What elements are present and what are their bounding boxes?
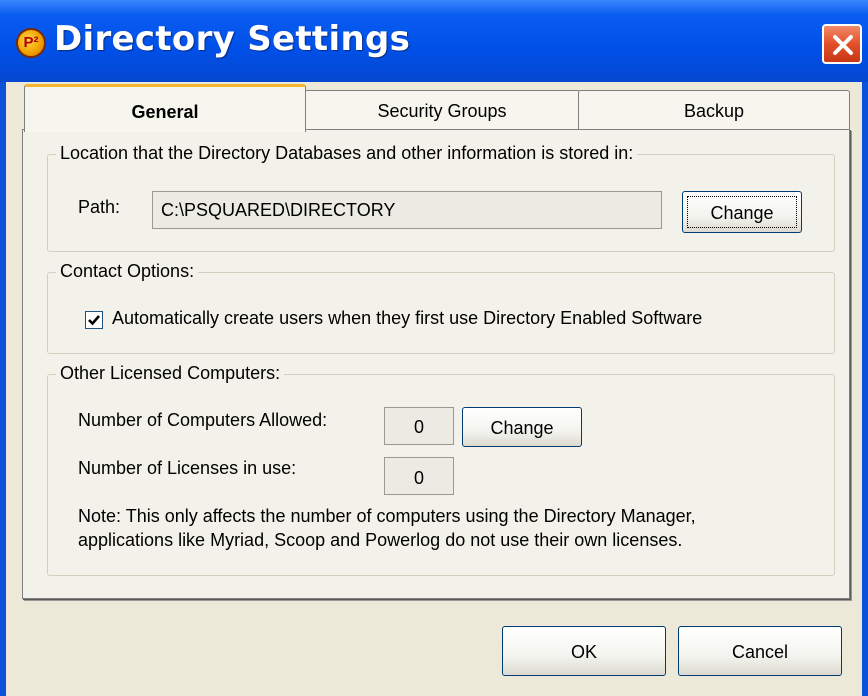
path-field[interactable]: C:\PSQUARED\DIRECTORY xyxy=(152,191,662,229)
computers-allowed-value: 0 xyxy=(384,407,454,445)
focus-rectangle xyxy=(687,196,797,228)
contact-options-group: Contact Options: Automatically create us… xyxy=(47,261,835,354)
close-x-icon xyxy=(833,35,853,55)
close-button[interactable] xyxy=(822,24,862,64)
directory-settings-window: P² Directory Settings General Security G… xyxy=(0,0,868,696)
licenses-change-button[interactable]: Change xyxy=(462,407,582,447)
tab-backup[interactable]: Backup xyxy=(578,90,850,130)
computers-allowed-label: Number of Computers Allowed: xyxy=(78,410,328,430)
dialog-client-area: General Security Groups Backup Location … xyxy=(6,82,862,696)
location-group: Location that the Directory Databases an… xyxy=(47,143,835,252)
location-group-legend: Location that the Directory Databases an… xyxy=(56,143,638,164)
window-title: Directory Settings xyxy=(54,19,411,59)
note-line-2: applications like Myriad, Scoop and Powe… xyxy=(78,530,683,550)
cancel-button[interactable]: Cancel xyxy=(678,626,842,676)
auto-create-checkbox[interactable] xyxy=(85,311,103,329)
tab-security-groups[interactable]: Security Groups xyxy=(303,90,581,130)
checkmark-icon xyxy=(88,315,100,326)
note-line-1: Note: This only affects the number of co… xyxy=(78,506,696,526)
licensed-computers-group: Other Licensed Computers: Number of Comp… xyxy=(47,363,835,576)
licensed-computers-legend: Other Licensed Computers: xyxy=(56,363,285,384)
licenses-in-use-value: 0 xyxy=(384,457,454,495)
tab-general[interactable]: General xyxy=(24,84,306,132)
ok-button[interactable]: OK xyxy=(502,626,666,676)
auto-create-label[interactable]: Automatically create users when they fir… xyxy=(112,308,702,329)
licenses-in-use-label: Number of Licenses in use: xyxy=(78,458,297,478)
app-icon: P² xyxy=(16,28,46,58)
general-tab-panel: Location that the Directory Databases an… xyxy=(22,129,850,599)
path-label: Path: xyxy=(78,197,121,217)
path-change-button[interactable]: Change xyxy=(682,191,802,233)
title-bar[interactable]: P² Directory Settings xyxy=(0,0,868,82)
contact-options-legend: Contact Options: xyxy=(56,261,199,282)
